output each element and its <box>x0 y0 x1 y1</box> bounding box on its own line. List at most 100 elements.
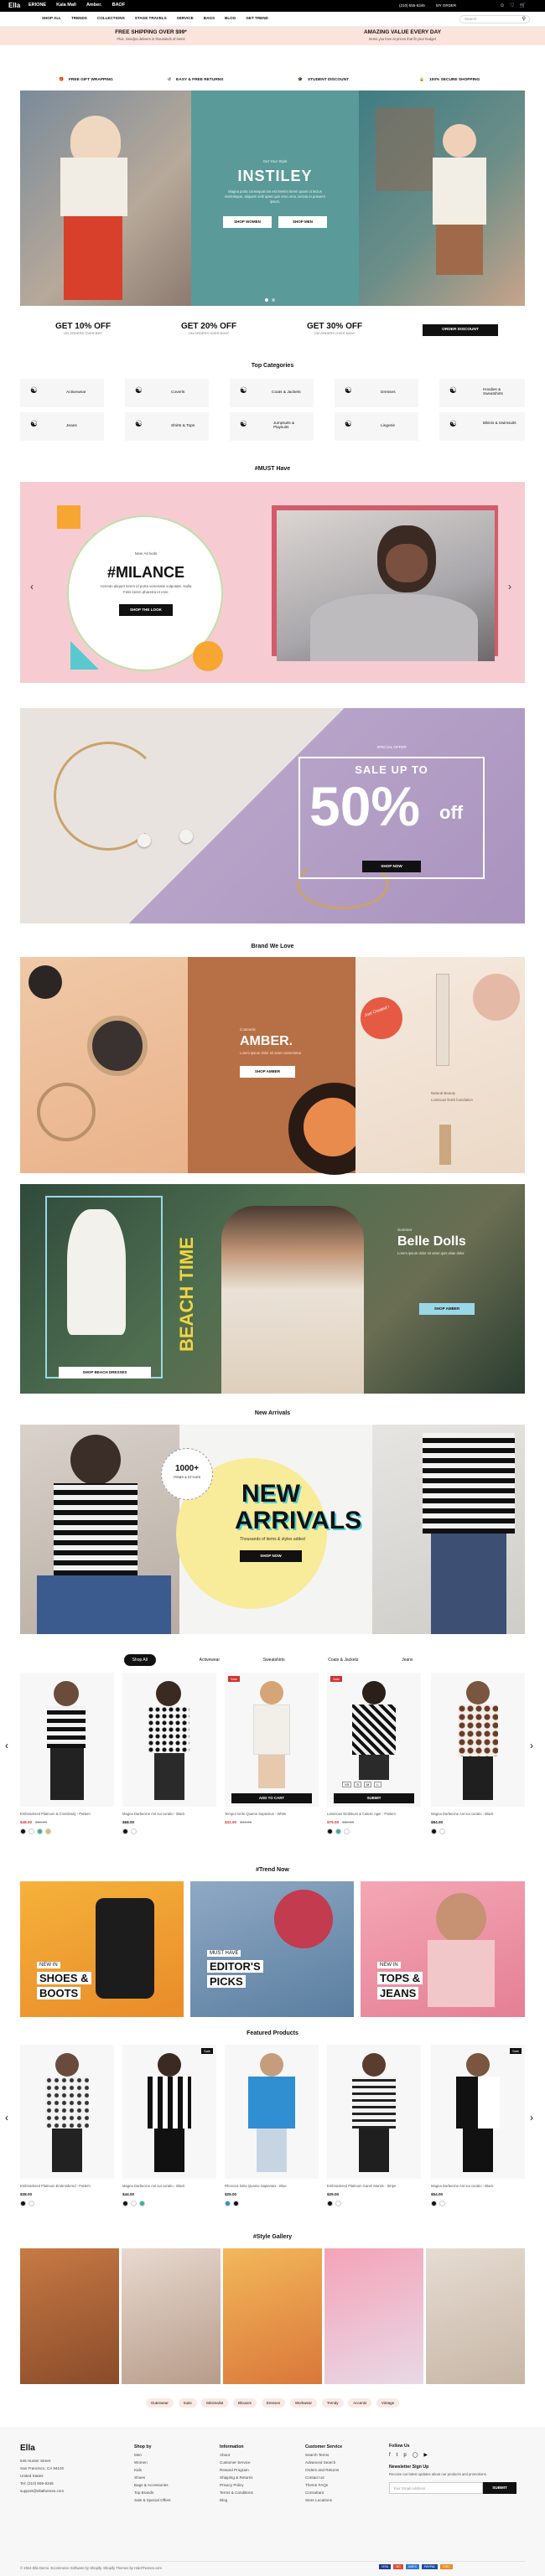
swatch-teal[interactable] <box>335 1829 341 1834</box>
product-card[interactable]: Magna Darbecine Ant sui curatio - Black … <box>122 1673 216 1857</box>
trend-card-editors[interactable]: MUST HAVE EDITOR'S PICKS <box>190 1881 354 2017</box>
facebook-icon[interactable]: f <box>389 2453 391 2458</box>
hero-dot-2[interactable] <box>272 298 275 302</box>
shop-the-look-button[interactable]: SHOP THE LOOK <box>119 604 173 616</box>
featured-card[interactable]: Sale Magna Darbecine Ant sui curatio - B… <box>122 2045 216 2221</box>
must-next-arrow[interactable]: › <box>508 581 511 592</box>
footer-email[interactable]: support@ellathemes.com <box>20 2487 64 2495</box>
featured-name[interactable]: Magna Darbecine Ant sui curatio - Black <box>431 2184 525 2188</box>
swatch-white[interactable] <box>131 1829 137 1834</box>
tab-sweatshirts[interactable]: Sweatshirts <box>255 1654 293 1666</box>
pinterest-icon[interactable]: p <box>403 2453 406 2458</box>
product-name[interactable]: Laminous Embleum & Caleric nger - Patter… <box>327 1812 421 1816</box>
swatch-teal[interactable] <box>37 1829 43 1834</box>
tag-minimalist[interactable]: Minimalist <box>201 2398 229 2408</box>
swatch-white[interactable] <box>344 1829 350 1834</box>
featured-name[interactable]: Rhoncus lorite Quame Sapientus - Blue <box>225 2184 319 2188</box>
nav-item-bags[interactable]: BAGS <box>204 16 215 20</box>
trend-card-tops[interactable]: NEW IN TOPS & JEANS <box>361 1881 525 2017</box>
category-shirts[interactable]: ☯ Shirts & Tops <box>125 412 209 441</box>
tag-outerwear[interactable]: Outerwear <box>145 2398 174 2408</box>
featured-image[interactable]: Sale <box>431 2045 525 2179</box>
brand-link-amber[interactable]: Amber. <box>86 3 102 8</box>
twitter-icon[interactable]: t <box>397 2453 398 2458</box>
category-bikinis[interactable]: ☯ Bikinis & Swimsuits <box>439 412 525 441</box>
featured-name[interactable]: Magna Darbecine Ant sui curatio - Black <box>122 2184 216 2188</box>
add-to-cart-button[interactable]: ADD TO CART <box>231 1793 312 1803</box>
tag-vintage[interactable]: Vintage <box>376 2398 400 2408</box>
product-image[interactable]: Sale ADD TO CART <box>225 1673 319 1807</box>
arrivals-shop-now-button[interactable]: SHOP NOW <box>240 1550 302 1562</box>
gallery-image-5[interactable] <box>426 2248 525 2384</box>
swatch-yellow[interactable] <box>45 1829 51 1834</box>
cart-icon[interactable]: 🛒 <box>520 3 526 8</box>
instagram-icon[interactable]: ◯ <box>413 2452 418 2458</box>
tag-dresses[interactable]: Dresses <box>261 2398 286 2408</box>
shop-men-button[interactable]: SHOP MEN <box>278 216 327 228</box>
tab-activewear[interactable]: Activewear <box>191 1654 228 1666</box>
product-image[interactable] <box>431 1673 525 1807</box>
nav-item-trends[interactable]: TRENDS <box>71 16 87 20</box>
tag-suits[interactable]: Suits <box>178 2398 197 2408</box>
search-box[interactable]: Search ⚲ <box>459 15 530 23</box>
product-card[interactable]: Embroidered Platinum & Crossbody - Patte… <box>20 1673 114 1857</box>
brand-link-baof[interactable]: BAOF <box>112 3 126 8</box>
category-lingerie[interactable]: ☯ Lingerie <box>335 412 418 441</box>
brand-link-kala[interactable]: Kala Mall <box>56 3 76 8</box>
featured-next-arrow[interactable]: › <box>530 2112 533 2123</box>
product-card[interactable]: Sale XS S M L SUBMIT Laminous Embleum & … <box>327 1673 421 1857</box>
featured-image[interactable] <box>20 2045 114 2179</box>
product-card[interactable]: Magna Darbecine Ant sui curatio - Black … <box>431 1673 525 1857</box>
tag-trendy[interactable]: Trendy <box>321 2398 344 2408</box>
featured-image[interactable] <box>327 2045 421 2179</box>
search-input[interactable]: Search <box>465 17 476 21</box>
track-order-link[interactable]: MY ORDER <box>436 3 456 8</box>
product-card[interactable]: Sale ADD TO CART Tempor lorite Quame Sap… <box>225 1673 319 1857</box>
product-name[interactable]: Magna Darbecine Ant sui curatio - Black <box>122 1812 216 1816</box>
featured-card[interactable]: Sale Magna Darbecine Ant sui curatio - B… <box>431 2045 525 2221</box>
gallery-image-1[interactable] <box>20 2248 119 2384</box>
nav-item-stage-travels[interactable]: STAGE TRAVELS <box>135 16 167 20</box>
featured-name[interactable]: Embroidered Platinum Embroidered - Patte… <box>20 2184 114 2188</box>
category-jumpsuits[interactable]: ☯ Jumpsuits & Playsuits <box>230 412 314 441</box>
category-coats[interactable]: ☯ Coats & Jackets <box>230 379 314 407</box>
nav-item-collections[interactable]: COLLECTIONS <box>97 16 125 20</box>
swatch-white[interactable] <box>29 1829 34 1834</box>
shop-amber-button[interactable]: SHOP AMBER <box>240 1066 295 1078</box>
featured-image[interactable]: Sale <box>122 2045 216 2179</box>
must-prev-arrow[interactable]: ‹ <box>30 581 34 592</box>
newsletter-email-input[interactable]: Your Email Address <box>389 2482 483 2494</box>
category-jeans[interactable]: ☯ Jeans <box>20 412 104 441</box>
sale-shop-now-button[interactable]: SHOP NOW <box>362 861 421 872</box>
gallery-image-4[interactable] <box>324 2248 423 2384</box>
products-prev-arrow[interactable]: ‹ <box>5 1740 8 1751</box>
featured-name[interactable]: Embroidered Platinum Gareh Mantis - Stri… <box>327 2184 421 2188</box>
tab-shop-all[interactable]: Shop All <box>123 1654 156 1666</box>
nav-item-get-trend[interactable]: GET TREND <box>246 16 268 20</box>
featured-card[interactable]: Embroidered Platinum Gareh Mantis - Stri… <box>327 2045 421 2221</box>
product-name[interactable]: Magna Darbecine Ant sui curatio - Black <box>431 1812 525 1816</box>
tag-accents[interactable]: Accents <box>348 2398 372 2408</box>
featured-card[interactable]: Rhoncus lorite Quame Sapientus - Blue $2… <box>225 2045 319 2221</box>
shop-women-button[interactable]: SHOP WOMEN <box>223 216 272 228</box>
gallery-image-2[interactable] <box>122 2248 221 2384</box>
shop-beach-dresses-button[interactable]: SHOP BEACH DRESSES <box>59 1367 151 1379</box>
tag-blouses[interactable]: Blouses <box>232 2398 257 2408</box>
category-coverls[interactable]: ☯ Coverls <box>125 379 209 407</box>
product-image[interactable] <box>122 1673 216 1807</box>
nav-item-shop-all[interactable]: SHOP ALL <box>42 16 61 20</box>
order-discount-button[interactable]: ORDER DISCOUNT <box>423 324 498 336</box>
featured-card[interactable]: Embroidered Platinum Embroidered - Patte… <box>20 2045 114 2221</box>
footer-logo[interactable]: Ella <box>20 2444 35 2453</box>
featured-image[interactable] <box>225 2045 319 2179</box>
newsletter-submit-button[interactable]: SUBMIT <box>483 2482 516 2494</box>
product-name[interactable]: Embroidered Platinum & Crossbody - Patte… <box>20 1812 114 1816</box>
tab-jeans[interactable]: Jeans <box>393 1654 421 1666</box>
nav-item-blog[interactable]: BLOG <box>225 16 236 20</box>
swatch-white[interactable] <box>439 1829 445 1834</box>
submit-button[interactable]: SUBMIT <box>334 1793 414 1803</box>
heart-icon[interactable]: ♡ <box>510 3 514 8</box>
belle-shop-button[interactable]: SHOP AMBER <box>419 1303 475 1315</box>
swatch-black[interactable] <box>20 1829 26 1834</box>
user-icon[interactable]: ☺ <box>500 3 505 8</box>
